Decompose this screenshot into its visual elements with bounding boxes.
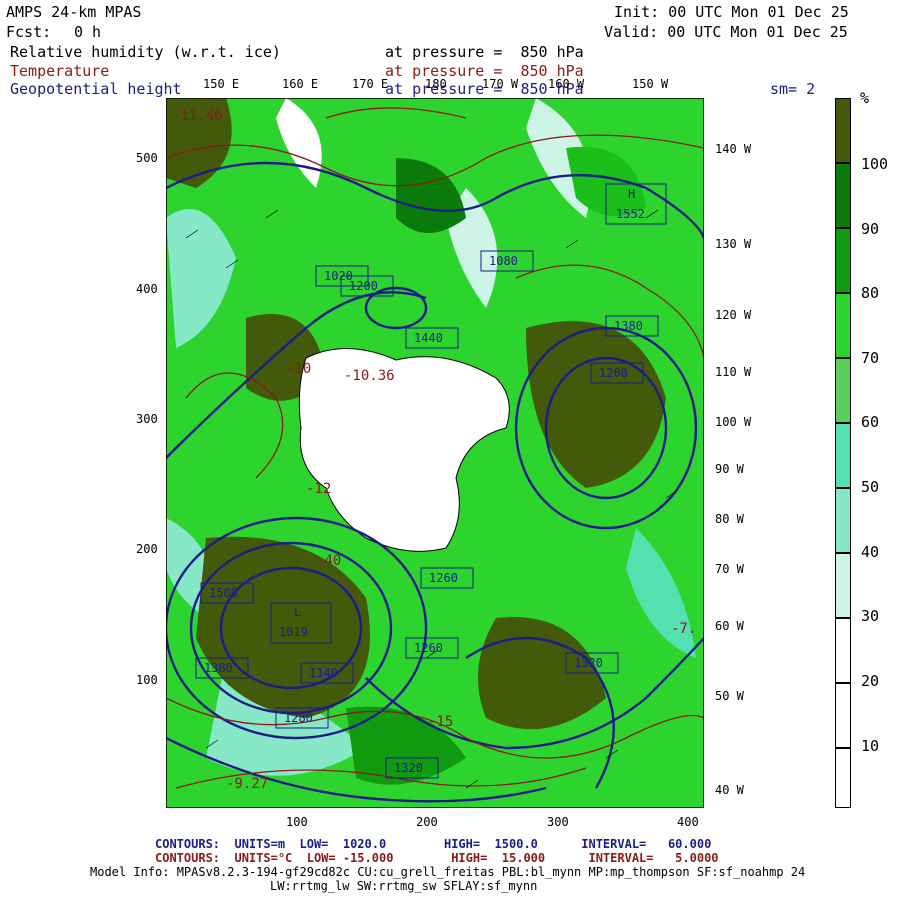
temperature-label: -12 [306, 481, 331, 497]
model-info: Model Info: MPASv8.2.3-194-gf29cd82c CU:… [90, 865, 806, 879]
temperature-label: -11.46 [172, 108, 223, 124]
height-label: 1320 [394, 761, 423, 775]
colorbar-tick: 80 [861, 284, 880, 302]
left-axis-tick: 500 [136, 151, 158, 165]
right-lon-label: 50 W [715, 689, 744, 703]
top-lon-label: 160 E [282, 77, 319, 91]
colorbar [835, 98, 851, 808]
right-lon-label: 110 W [715, 365, 752, 379]
valid-time: Valid: 00 UTC Mon 01 Dec 25 [604, 23, 848, 41]
right-lon-label: 100 W [715, 415, 752, 429]
colorbar-segment [835, 163, 851, 228]
height-label: 1552 [616, 207, 645, 221]
colorbar-segment [835, 553, 851, 618]
colorbar-tick: 60 [861, 413, 880, 431]
bottom-axis-tick: 200 [416, 815, 438, 829]
right-lon-label: 140 W [715, 142, 752, 156]
right-lon-label: 40 W [715, 783, 744, 797]
bottom-axis-tick: 300 [547, 815, 569, 829]
temperature-label: -40 [316, 553, 341, 569]
colorbar-segment [835, 748, 851, 808]
colorbar-segment [835, 293, 851, 358]
height-label: 1140 [309, 666, 338, 680]
low-marker: L [294, 605, 301, 619]
model-info-2: LW:rrtmg_lw SW:rrtmg_sw SFLAY:sf_mynn [270, 879, 538, 893]
height-label: 1200 [349, 279, 378, 293]
weather-map: H 1552 1380 1260 1200 1080 1020 L 1019 1… [166, 98, 704, 808]
colorbar-unit: % [860, 89, 870, 107]
temperature-label: -10.36 [344, 368, 395, 384]
top-lon-label: 170 E [352, 77, 389, 91]
right-lon-label: 130 W [715, 237, 752, 251]
temperature-label: -10 [286, 361, 311, 377]
colorbar-tick: 90 [861, 220, 880, 238]
colorbar-segment [835, 683, 851, 748]
colorbar-tick: 50 [861, 478, 880, 496]
height-label: 1260 [429, 571, 458, 585]
colorbar-segment [835, 98, 851, 163]
colorbar-tick: 10 [861, 737, 880, 755]
height-label: 1260 [414, 641, 443, 655]
left-axis-tick: 200 [136, 542, 158, 556]
height-label: 1440 [414, 331, 443, 345]
colorbar-segment [835, 228, 851, 293]
right-lon-label: 80 W [715, 512, 744, 526]
colorbar-tick: 20 [861, 672, 880, 690]
top-lon-label: 160 W [548, 77, 585, 91]
height-label: 1500 [209, 586, 238, 600]
height-label: 1380 [614, 319, 643, 333]
colorbar-tick: 40 [861, 543, 880, 561]
colorbar-tick: 30 [861, 607, 880, 625]
field-rh-level: at pressure = 850 hPa [385, 43, 584, 61]
height-label: 1380 [204, 661, 233, 675]
bottom-axis-tick: 400 [677, 815, 699, 829]
field-temp-name: Temperature [10, 62, 110, 80]
colorbar-segment [835, 423, 851, 488]
high-marker: H [628, 187, 635, 201]
colorbar-segment [835, 358, 851, 423]
temperature-contour-info: CONTOURS: UNITS=°C LOW= -15.000 HIGH= 15… [155, 851, 719, 865]
init-time: Init: 00 UTC Mon 01 Dec 25 [614, 3, 849, 21]
top-lon-label: 150 E [203, 77, 240, 91]
left-axis-tick: 400 [136, 282, 158, 296]
top-lon-label: 150 W [632, 77, 669, 91]
forecast-value: 0 h [74, 23, 102, 41]
bottom-axis-tick: 100 [286, 815, 308, 829]
height-label: 1280 [284, 711, 313, 725]
smoothing-label: sm= 2 [770, 80, 816, 98]
temperature-label: -7. [671, 621, 696, 637]
colorbar-segment [835, 488, 851, 553]
height-label: 1200 [599, 366, 628, 380]
left-axis-tick: 300 [136, 412, 158, 426]
field-height-name: Geopotential height [10, 80, 182, 98]
colorbar-tick: 70 [861, 349, 880, 367]
top-lon-label: 170 W [482, 77, 519, 91]
right-lon-label: 60 W [715, 619, 744, 633]
temperature-label: -15 [428, 714, 453, 730]
model-title: AMPS 24-km MPAS [6, 3, 142, 21]
height-contour-info: CONTOURS: UNITS=m LOW= 1020.0 HIGH= 1500… [155, 837, 712, 851]
right-lon-label: 120 W [715, 308, 752, 322]
forecast-label: Fcst: [6, 23, 52, 41]
colorbar-tick: 100 [861, 155, 889, 173]
colorbar-segment [835, 618, 851, 683]
field-rh-name: Relative humidity (w.r.t. ice) [10, 43, 281, 61]
temperature-label: -9.27 [226, 776, 268, 792]
height-label: 1019 [279, 625, 308, 639]
height-label: 1080 [489, 254, 518, 268]
height-label: 1320 [574, 656, 603, 670]
right-lon-label: 70 W [715, 562, 744, 576]
right-lon-label: 90 W [715, 462, 744, 476]
top-lon-label: 180 [425, 77, 447, 91]
left-axis-tick: 100 [136, 673, 158, 687]
